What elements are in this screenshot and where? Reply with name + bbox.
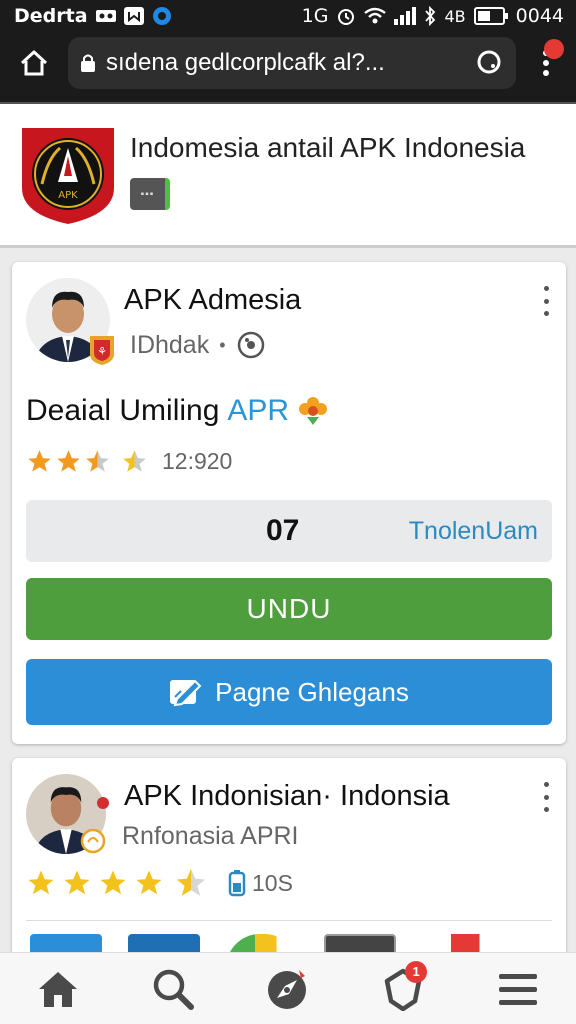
wifi-icon — [364, 7, 387, 25]
site-logo[interactable]: APK — [20, 126, 116, 226]
red-flag-icon — [96, 794, 110, 812]
logo-text: APK — [58, 190, 78, 201]
nav-menu[interactable] — [488, 961, 548, 1017]
toggle-badge[interactable]: ▪▪▪ — [130, 178, 170, 210]
description-text: Deaial Umiling — [26, 394, 220, 427]
download-size-icon — [228, 869, 246, 897]
flower-icon — [297, 395, 329, 427]
download-button[interactable]: UNDU — [26, 578, 552, 640]
version-info-box: 07 TnolenUam — [26, 500, 552, 562]
rating-row: 10S — [26, 866, 293, 900]
rating-row: 12:920 — [26, 448, 232, 475]
page-button[interactable]: Pagne Ghlegans — [26, 659, 552, 725]
app-description: Deaial Umiling APR — [26, 394, 329, 428]
alarm-icon — [336, 6, 356, 26]
status-bar: Dedrta 1G 4B 0044 — [0, 0, 576, 32]
network-label: 1G — [301, 5, 329, 27]
separator-dot: • — [219, 334, 226, 355]
edit-icon — [169, 677, 203, 707]
app-card: APK Indonisian· Indonsia Rnfonasia APRI … — [12, 758, 566, 968]
site-title: Indomesia antail APK Indonesia — [130, 132, 526, 163]
hand-badge-icon — [80, 828, 108, 860]
star-icon — [28, 450, 51, 472]
search-icon[interactable] — [476, 49, 504, 77]
star-empty-icon — [123, 450, 146, 472]
divider — [26, 920, 552, 921]
star-icon — [136, 870, 162, 895]
nav-explore[interactable] — [258, 961, 318, 1017]
clock: 0044 — [515, 5, 564, 27]
battery-icon — [473, 7, 508, 25]
page-button-label: Pagne Ghlegans — [215, 676, 409, 707]
bluetooth-icon — [424, 6, 436, 26]
nav-search[interactable] — [143, 961, 203, 1017]
nav-home[interactable] — [28, 961, 88, 1017]
app-card: ⚘ APK Admesia IDhdak • Deaial Umiling AP… — [12, 262, 566, 744]
developer-row: IDhdak • — [130, 330, 266, 360]
notification-count: 1 — [405, 960, 428, 983]
app-options-button[interactable] — [540, 782, 552, 812]
compass-icon — [265, 966, 311, 1012]
voicemail-icon — [95, 9, 116, 23]
home-icon[interactable] — [12, 41, 56, 85]
app-name[interactable]: APK Indonisian· Indonsia — [124, 780, 450, 813]
star-icon — [64, 870, 90, 895]
message-icon — [123, 7, 144, 25]
star-icon — [28, 870, 54, 895]
developer-row: Rnfonasia APRI — [122, 822, 299, 851]
site-header: APK Indomesia antail APK Indonesia ▪▪▪ — [0, 104, 576, 248]
star-icon — [100, 870, 126, 895]
lock-icon — [80, 53, 96, 73]
avatar — [26, 774, 106, 854]
app-notification-icon — [152, 6, 172, 26]
star-half-icon — [86, 450, 109, 472]
bottom-navigation: 1 — [0, 952, 576, 1024]
browser-toolbar: sıdena gedlcorplcafk al?... — [0, 32, 576, 104]
carrier-label: Dedrta — [14, 5, 88, 27]
hamburger-menu-icon — [497, 971, 539, 1007]
svg-text:⚘: ⚘ — [97, 345, 107, 358]
signal-icon — [394, 7, 417, 25]
app-size: 10S — [252, 869, 293, 896]
verified-icon — [236, 330, 266, 360]
url-text: sıdena gedlcorplcafk al?... — [106, 49, 385, 76]
shield-badge-icon: ⚘ — [88, 334, 116, 366]
url-bar[interactable]: sıdena gedlcorplcafk al?... — [68, 37, 516, 89]
rating-count: 12:920 — [162, 448, 233, 474]
star-icon — [57, 450, 80, 472]
search-icon — [152, 968, 194, 1010]
browser-menu-button[interactable] — [528, 37, 564, 89]
app-name[interactable]: APK Admesia — [124, 284, 301, 317]
developer-name[interactable]: IDhdak — [130, 331, 209, 360]
version-count: 07 — [266, 514, 300, 547]
menu-notification-dot — [544, 39, 564, 59]
avatar: ⚘ — [26, 278, 114, 365]
description-accent: APR — [227, 394, 290, 427]
home-icon — [37, 969, 79, 1009]
app-options-button[interactable] — [540, 286, 552, 316]
developer-name[interactable]: Rnfonasia APRI — [122, 822, 299, 851]
nav-notifications[interactable]: 1 — [373, 960, 433, 1017]
version-link[interactable]: TnolenUam — [409, 517, 538, 546]
battery-label: 4B — [444, 6, 466, 26]
star-half-icon — [176, 868, 206, 896]
